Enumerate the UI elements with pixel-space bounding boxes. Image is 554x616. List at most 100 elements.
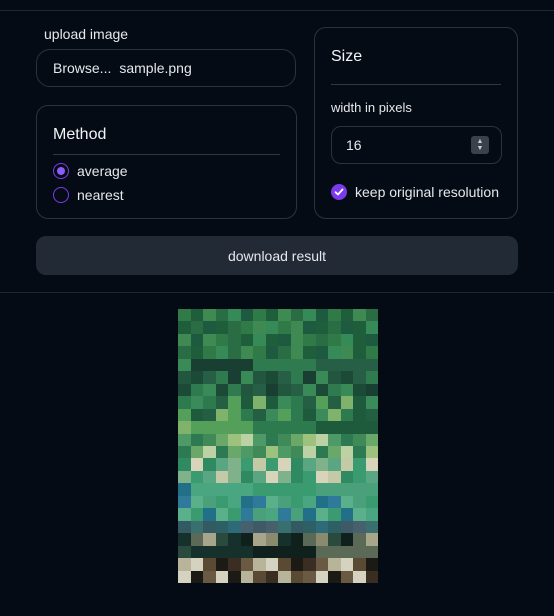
result-pixel <box>178 309 191 322</box>
result-pixel <box>303 533 316 546</box>
result-pixel <box>215 533 228 546</box>
result-pixel <box>365 458 378 471</box>
result-pixel <box>228 533 241 546</box>
keep-resolution-checkbox-row[interactable]: keep original resolution <box>331 184 499 200</box>
result-pixel <box>240 470 253 484</box>
result-pixel <box>190 309 203 322</box>
download-button[interactable]: download result <box>36 236 518 275</box>
result-pixel <box>228 558 241 571</box>
result-pixel <box>328 545 341 559</box>
result-pixel <box>290 333 303 347</box>
result-pixel <box>303 433 316 446</box>
result-pixel <box>240 433 253 446</box>
result-pixel <box>240 445 253 459</box>
result-pixel <box>240 309 253 322</box>
result-pixel <box>178 520 191 534</box>
result-pixel <box>340 396 353 409</box>
result-pixel <box>190 321 203 334</box>
result-pixel <box>290 433 303 446</box>
result-pixel <box>353 445 366 459</box>
result-pixel <box>178 570 191 583</box>
result-pixel <box>228 508 241 521</box>
result-pixel <box>353 483 366 496</box>
result-pixel <box>303 408 316 422</box>
radio-average[interactable]: average <box>53 163 128 179</box>
result-pixel <box>215 421 228 434</box>
keep-resolution-label: keep original resolution <box>355 184 499 200</box>
result-pixel <box>290 458 303 471</box>
result-pixel <box>353 371 366 384</box>
result-pixel <box>228 445 241 459</box>
result-pixel <box>278 470 291 484</box>
result-pixel <box>303 483 316 496</box>
result-pixel <box>253 533 266 546</box>
result-pixel <box>328 383 341 397</box>
result-pixel <box>278 358 291 372</box>
result-pixel <box>315 309 328 322</box>
result-pixel <box>290 483 303 496</box>
result-pixel <box>340 470 353 484</box>
result-pixel <box>178 396 191 409</box>
result-pixel <box>228 396 241 409</box>
result-pixel <box>215 396 228 409</box>
size-divider <box>331 84 501 85</box>
section-divider <box>0 292 554 293</box>
result-pixel <box>253 570 266 583</box>
result-pixel <box>328 309 341 322</box>
result-pixel <box>315 445 328 459</box>
stepper-down-icon[interactable]: ▼ <box>477 145 484 152</box>
radio-nearest-label: nearest <box>77 187 124 203</box>
result-pixel <box>215 495 228 509</box>
result-pixel <box>328 570 341 583</box>
result-pixel <box>240 371 253 384</box>
file-upload-input[interactable]: Browse... sample.png <box>36 49 296 87</box>
result-pixel <box>265 470 278 484</box>
result-pixel <box>340 458 353 471</box>
result-pixel <box>365 433 378 446</box>
result-pixel <box>203 321 216 334</box>
result-pixel <box>340 445 353 459</box>
browse-button[interactable]: Browse... <box>53 60 111 76</box>
checkmark-icon[interactable] <box>331 184 347 200</box>
result-pixel <box>315 321 328 334</box>
result-pixel <box>178 358 191 372</box>
result-pixel <box>178 346 191 359</box>
result-pixel <box>365 470 378 484</box>
result-pixel <box>253 346 266 359</box>
result-pixel <box>353 508 366 521</box>
result-pixel <box>240 421 253 434</box>
result-pixel <box>278 421 291 434</box>
result-pixel <box>253 371 266 384</box>
result-pixel <box>203 558 216 571</box>
result-pixel <box>365 520 378 534</box>
result-pixel <box>353 520 366 534</box>
number-stepper[interactable]: ▲ ▼ <box>471 136 489 154</box>
result-pixel <box>240 545 253 559</box>
radio-unchecked-icon[interactable] <box>53 187 69 203</box>
result-pixel <box>215 321 228 334</box>
result-pixel <box>178 558 191 571</box>
result-pixel <box>315 383 328 397</box>
result-pixel <box>265 533 278 546</box>
stepper-up-icon[interactable]: ▲ <box>477 138 484 145</box>
result-pixel <box>240 383 253 397</box>
result-pixel <box>278 346 291 359</box>
result-pixel <box>228 433 241 446</box>
result-pixel <box>178 483 191 496</box>
radio-checked-icon[interactable] <box>53 163 69 179</box>
result-pixel <box>190 495 203 509</box>
result-pixel <box>290 383 303 397</box>
result-pixel <box>190 508 203 521</box>
result-pixel <box>353 495 366 509</box>
result-pixel <box>290 321 303 334</box>
result-pixel <box>215 333 228 347</box>
result-pixel <box>240 570 253 583</box>
width-input[interactable]: 16 ▲ ▼ <box>331 126 502 164</box>
file-name: sample.png <box>119 60 192 76</box>
result-pixel <box>253 458 266 471</box>
result-pixel <box>240 483 253 496</box>
result-pixel <box>240 333 253 347</box>
result-pixel <box>290 533 303 546</box>
result-pixel <box>253 520 266 534</box>
radio-nearest[interactable]: nearest <box>53 187 124 203</box>
